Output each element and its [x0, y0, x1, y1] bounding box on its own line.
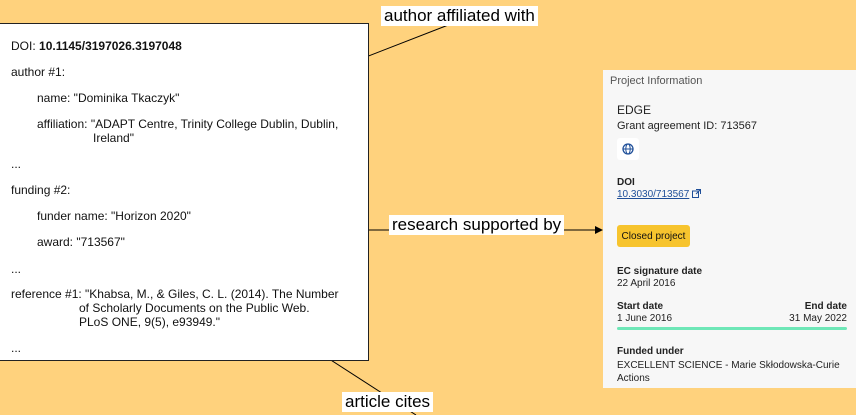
start-date-value: 1 June 2016	[617, 313, 673, 324]
ellipsis-3: ...	[11, 341, 22, 355]
panel-title: Project Information	[610, 75, 703, 87]
ec-signature-value: 22 April 2016	[617, 278, 676, 289]
doi-link-row[interactable]: 10.3030/713567	[617, 189, 702, 200]
project-information-panel: Project Information EDGE Grant agreement…	[603, 70, 856, 388]
metadata-record: DOI: 10.1145/3197026.3197048 author #1: …	[0, 23, 369, 361]
grant-agreement: Grant agreement ID: 713567	[617, 120, 758, 132]
ellipsis-2: ...	[11, 262, 22, 276]
doi-label: DOI:	[11, 39, 36, 53]
globe-icon	[622, 143, 634, 155]
website-link[interactable]	[617, 138, 639, 160]
reference-line-3: PLoS ONE, 9(5), e93949."	[79, 315, 221, 329]
affiliation-line-1: affiliation: "ADAPT Centre, Trinity Coll…	[37, 117, 339, 131]
award: award: "713567"	[37, 235, 125, 249]
affiliation-line-2: Ireland"	[93, 131, 134, 145]
label-article-cites: article cites	[342, 392, 434, 412]
closed-project-button[interactable]: Closed project	[617, 225, 690, 247]
external-link-icon	[692, 189, 702, 198]
funding-header: funding #2:	[11, 183, 71, 197]
project-name: EDGE	[617, 103, 652, 117]
doi-line: DOI: 10.1145/3197026.3197048	[11, 39, 182, 53]
start-date-label: Start date	[617, 301, 664, 312]
project-progress-bar	[617, 327, 847, 330]
project-progress-fill	[617, 327, 847, 330]
end-date-value: 31 May 2022	[789, 313, 847, 324]
funded-under-label: Funded under	[617, 346, 684, 357]
doi-link[interactable]: 10.3030/713567	[617, 189, 689, 200]
reference-line-2: of Scholarly Documents on the Public Web…	[79, 301, 310, 315]
label-research-supported: research supported by	[389, 215, 565, 235]
funder-name: funder name: "Horizon 2020"	[37, 209, 191, 223]
label-author-affiliated: author affiliated with	[381, 6, 538, 26]
doi-heading: DOI	[617, 177, 635, 188]
funded-under-line-2: Actions	[617, 373, 650, 384]
end-date-label: End date	[804, 301, 847, 312]
ellipsis-1: ...	[11, 157, 22, 171]
author-header: author #1:	[11, 65, 66, 79]
funded-under-line-1: EXCELLENT SCIENCE - Marie Skłodowska-Cur…	[617, 360, 840, 371]
author-name: name: "Dominika Tkaczyk"	[37, 91, 180, 105]
ec-signature-label: EC signature date	[617, 266, 703, 277]
reference-line-1: reference #1: "Khabsa, M., & Giles, C. L…	[11, 287, 339, 301]
doi-value: 10.1145/3197026.3197048	[39, 39, 182, 53]
